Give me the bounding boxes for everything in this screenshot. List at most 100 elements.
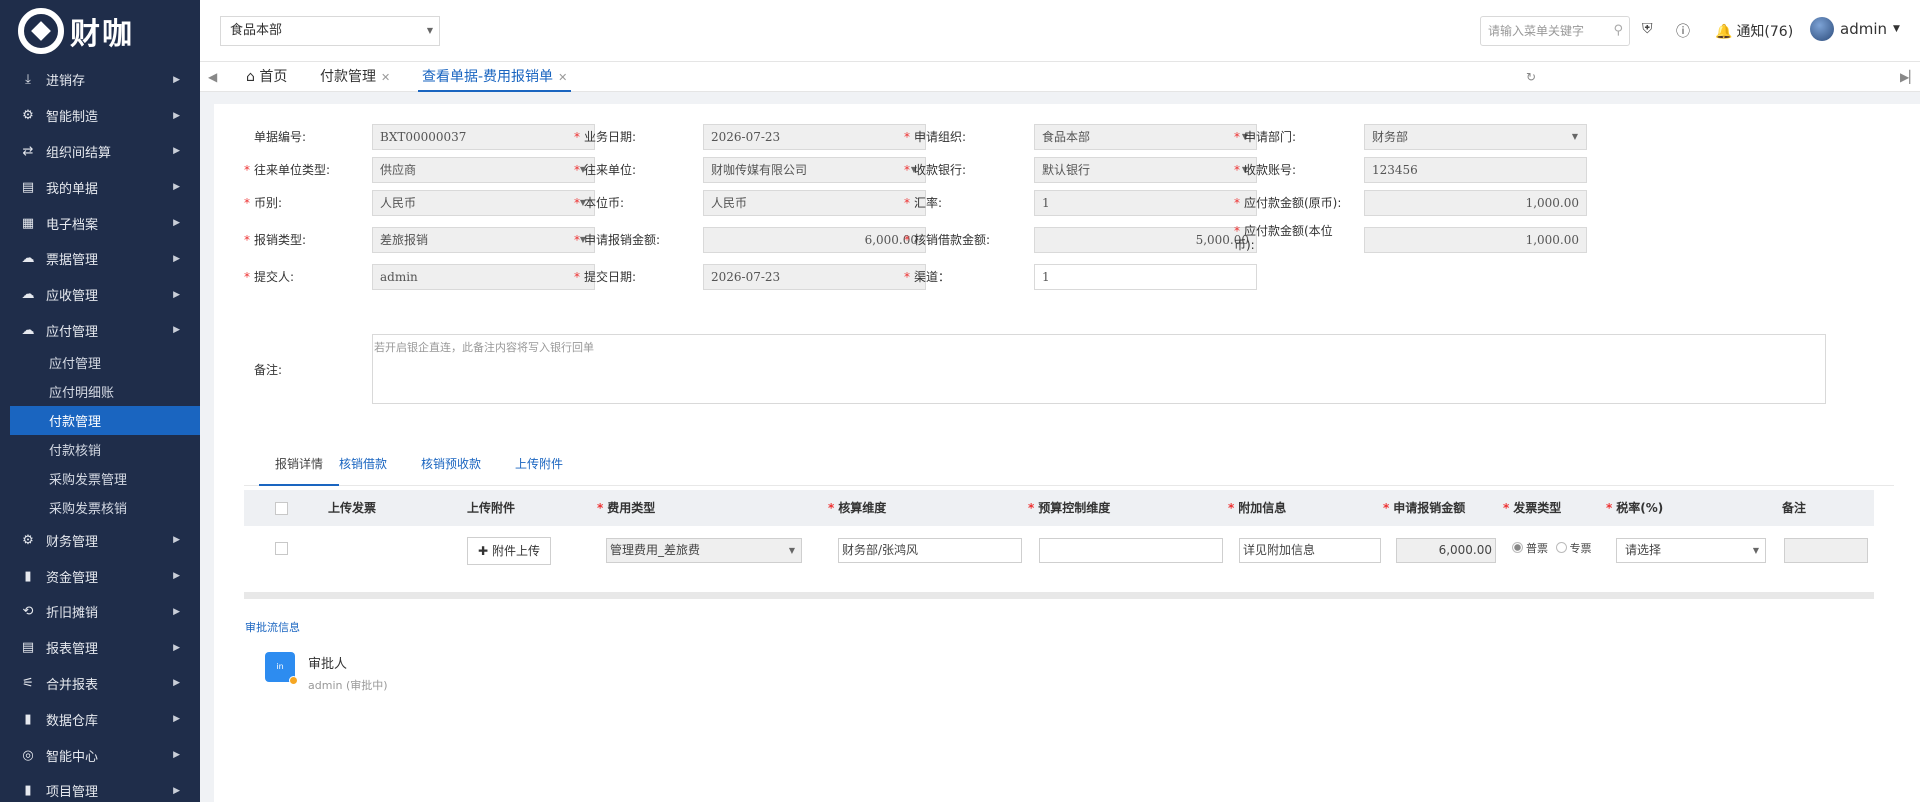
partner-select[interactable]: 财咖传媒有限公司 ▼ — [703, 157, 926, 183]
payable-local-input[interactable]: 1,000.00 — [1364, 227, 1587, 253]
radio-general-invoice[interactable] — [1512, 542, 1523, 553]
sidebar-item[interactable]: ◎ 智能中心 ▶ — [0, 737, 200, 773]
sidebar-subitem[interactable]: 采购发票管理 — [0, 464, 200, 493]
local-currency-value: 人民币 — [711, 196, 748, 210]
sidebar-item[interactable]: ▮ 项目管理 ▶ — [0, 773, 200, 802]
close-icon[interactable]: ✕ — [558, 71, 567, 84]
sidebar-subitem[interactable]: 应付管理 — [0, 348, 200, 377]
help-icon[interactable]: ⓘ — [1676, 21, 1690, 41]
sidebar-item[interactable]: ▤ 报表管理 ▶ — [0, 630, 200, 666]
sidebar-item-label: 应收管理 — [46, 289, 99, 305]
tab-offset-loan[interactable]: 核销借款 — [339, 449, 387, 486]
apply-amount-input[interactable]: 6,000.00 — [1396, 538, 1496, 563]
rate-input[interactable]: 1 — [1034, 190, 1257, 216]
tab-scroll-left-icon[interactable]: ◀ — [208, 62, 217, 92]
budget-dimension-input[interactable] — [1039, 538, 1223, 563]
col-extra-info: * 附加信息 — [1228, 501, 1287, 515]
radio-special-invoice[interactable] — [1555, 542, 1567, 553]
org-select[interactable]: 食品本部 ▼ — [220, 16, 440, 46]
tab-expense-view[interactable]: 查看单据-费用报销单 ✕ — [418, 62, 572, 92]
dimension-input[interactable]: 财务部/张鸿风 — [838, 538, 1022, 563]
doc-no-input[interactable]: BXT00000037 — [372, 124, 595, 150]
doc-no-label: 单据编号: — [254, 130, 306, 144]
doc-no-label-text: 单据编号: — [254, 130, 307, 144]
offset-amount-input[interactable]: 5,000.00 — [1034, 227, 1257, 253]
remark-textarea[interactable]: 若开启银企直连，此备注内容将写入银行回单 — [372, 334, 1826, 404]
tab-scroll-right-icon[interactable]: ▶▏ — [1900, 62, 1918, 92]
submit-date-input[interactable]: 2026-07-23 — [703, 264, 926, 290]
expense-type-select[interactable]: 管理费用_差旅费 ▼ — [606, 538, 802, 563]
apply-dept-label-text: 申请部门: — [1244, 130, 1297, 144]
horizontal-scrollbar[interactable] — [244, 592, 1874, 599]
sidebar-item[interactable]: ▤ 我的单据 ▶ — [0, 169, 200, 205]
tab-upload-attachment[interactable]: 上传附件 — [515, 449, 563, 486]
sidebar-item[interactable]: ⚙ 智能制造 ▶ — [0, 98, 200, 134]
tab-offset-prepayment[interactable]: 核销预收款 — [421, 449, 481, 486]
payable-local-label-text: 应付款金额(本位币): — [1234, 224, 1333, 252]
close-icon[interactable]: ✕ — [381, 71, 390, 84]
offset-amount-label-text: 核销借款金额: — [914, 233, 991, 247]
expense-type-select[interactable]: 差旅报销 ▼ — [372, 227, 595, 253]
local-currency-input[interactable]: 人民币 — [703, 190, 926, 216]
merge-icon: ⚟ — [22, 675, 34, 691]
extra-info-input[interactable]: 详见附加信息 — [1239, 538, 1381, 563]
sidebar-item[interactable]: ⚙ 财务管理 ▶ — [0, 522, 200, 558]
menu-search-input[interactable]: 请输入菜单关键字 ⚲ — [1480, 16, 1630, 46]
tab-payment[interactable]: 付款管理 ✕ — [316, 62, 394, 92]
row-remark-input[interactable] — [1784, 538, 1868, 563]
sidebar-subitem[interactable]: 采购发票核销 — [0, 493, 200, 522]
sidebar-item[interactable]: ▦ 电子档案 ▶ — [0, 205, 200, 241]
apply-amount-input[interactable]: 6,000.00 — [703, 227, 926, 253]
sidebar-subitem[interactable]: 付款核销 — [0, 435, 200, 464]
user-menu[interactable]: admin ▼ — [1810, 17, 1900, 41]
sidebar-subitem[interactable]: 付款管理 — [10, 406, 200, 436]
select-all-checkbox[interactable] — [275, 502, 288, 515]
bank-select[interactable]: 默认银行 ▼ — [1034, 157, 1257, 183]
partner-value: 财咖传媒有限公司 — [711, 163, 808, 177]
account-input[interactable]: 123456 — [1364, 157, 1587, 183]
channel-input[interactable]: 1 — [1034, 264, 1257, 290]
search-icon[interactable]: ⚲ — [1613, 17, 1623, 45]
sidebar-item[interactable]: ▮ 数据仓库 ▶ — [0, 701, 200, 737]
caret-right-icon: ▶ — [173, 714, 180, 725]
required-mark: * — [1234, 196, 1240, 210]
shield-icon[interactable]: ⛨ — [1642, 21, 1653, 37]
sidebar-item[interactable]: ⤓ 进销存 ▶ — [0, 62, 200, 98]
caret-down-icon: ▼ — [1571, 132, 1578, 141]
approver-role: 审批人 — [308, 657, 348, 672]
tab-home[interactable]: ⌂ 首页 — [242, 62, 291, 92]
tab-expense-detail[interactable]: 报销详情 — [259, 449, 339, 486]
tab-home-label: 首页 — [259, 69, 288, 85]
bar-chart-icon: ▮ — [24, 711, 32, 727]
attachment-upload-button[interactable]: ✚ 附件上传 — [467, 537, 551, 565]
col-expense-type: * 费用类型 — [597, 501, 656, 515]
pending-status-dot — [289, 676, 298, 685]
biz-date-input[interactable]: 2026-07-23 — [703, 124, 926, 150]
sidebar-item-label: 票据管理 — [46, 253, 99, 269]
row-checkbox[interactable] — [275, 542, 288, 555]
tax-rate-select[interactable]: 请选择 ▼ — [1616, 538, 1766, 563]
submitter-input[interactable]: admin — [372, 264, 595, 290]
sidebar-item-label: 进销存 — [46, 74, 86, 90]
sidebar-item[interactable]: ▮ 资金管理 ▶ — [0, 558, 200, 594]
refresh-icon[interactable]: ↻ — [1526, 62, 1536, 92]
sidebar-item[interactable]: ⟲ 折旧摊销 ▶ — [0, 594, 200, 630]
payable-orig-value: 1,000.00 — [1525, 196, 1579, 210]
caret-right-icon: ▶ — [173, 289, 180, 300]
sidebar-subitem[interactable]: 应付明细账 — [0, 377, 200, 406]
sidebar-item[interactable]: ☁ 票据管理 ▶ — [0, 241, 200, 277]
apply-org-select[interactable]: 食品本部 ▼ — [1034, 124, 1257, 150]
sidebar-item[interactable]: ⚟ 合并报表 ▶ — [0, 666, 200, 702]
payable-orig-input[interactable]: 1,000.00 — [1364, 190, 1587, 216]
app-window: { "brand": { "name": "财咖" }, "sidebar": … — [0, 0, 1920, 802]
notice-label: 通知(76) — [1736, 24, 1794, 40]
apply-dept-select[interactable]: 财务部 ▼ — [1364, 124, 1587, 150]
notice-link[interactable]: 🔔 通知(76) — [1715, 21, 1793, 41]
currency-select[interactable]: 人民币 ▼ — [372, 190, 595, 216]
sidebar-item[interactable]: ⇄ 组织间结算 ▶ — [0, 134, 200, 170]
tab-payment-label: 付款管理 — [320, 69, 376, 85]
sidebar-item[interactable]: ☁ 应付管理 ▶ — [0, 313, 200, 349]
tab-bar: ◀ ⌂ 首页 付款管理 ✕ 查看单据-费用报销单 ✕ ↻ ▶▏ — [200, 62, 1920, 92]
sidebar-item[interactable]: ☁ 应收管理 ▶ — [0, 277, 200, 313]
partner-type-select[interactable]: 供应商 ▼ — [372, 157, 595, 183]
